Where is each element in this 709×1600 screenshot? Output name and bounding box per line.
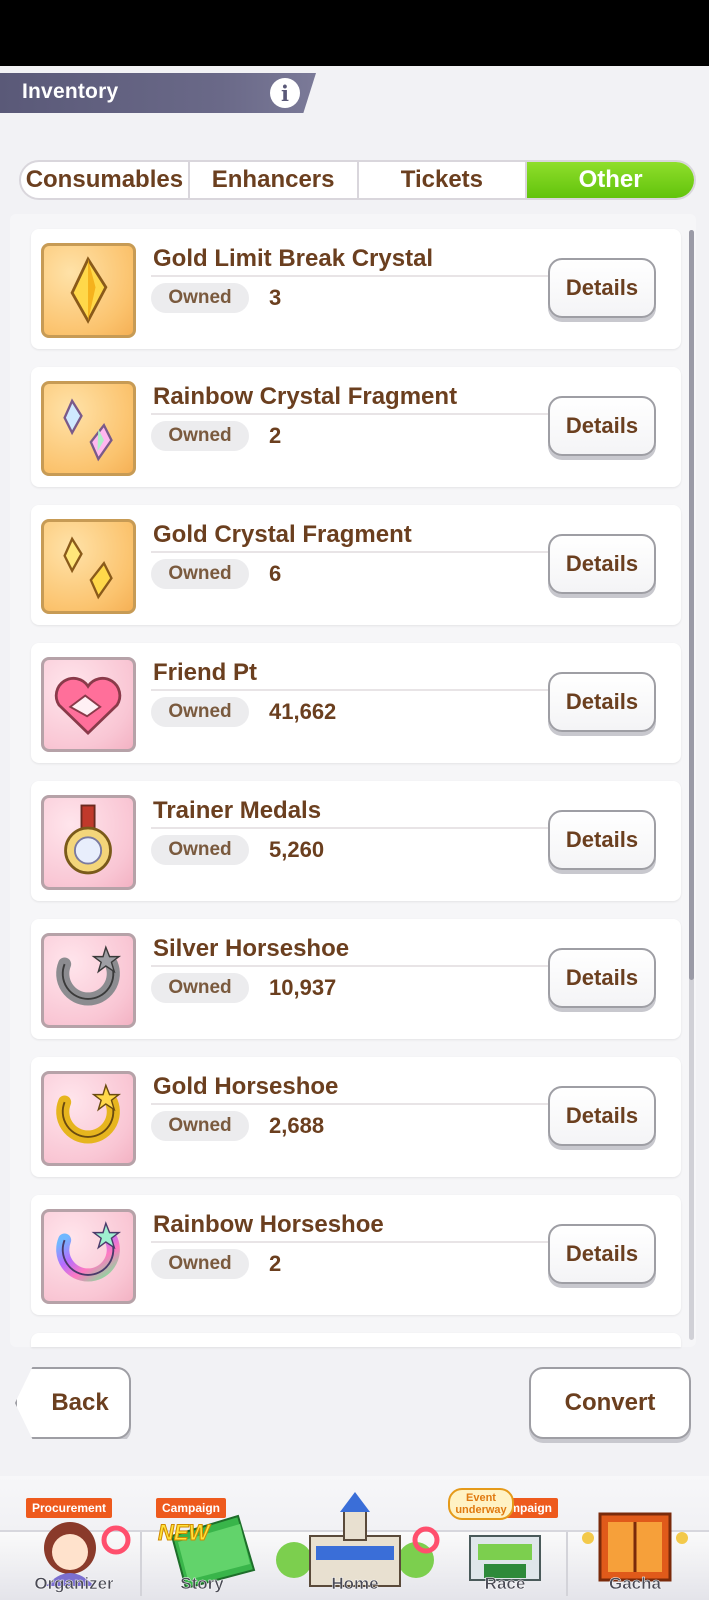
list-item: Gold Limit Break Crystal Owned 3 Details bbox=[31, 229, 681, 349]
divider bbox=[151, 275, 567, 277]
details-button[interactable]: Details bbox=[548, 810, 656, 870]
owned-label: Owned bbox=[151, 973, 249, 1003]
divider bbox=[151, 1241, 567, 1243]
nav-label: Organizer bbox=[34, 1574, 114, 1594]
owned-count: 5,260 bbox=[269, 837, 325, 862]
owned-label: Owned bbox=[151, 421, 249, 451]
scrollbar-thumb[interactable] bbox=[689, 230, 694, 980]
bottom-nav: Procurement Organizer Campaign NEW Story… bbox=[0, 1476, 709, 1600]
owned-count: 41,662 bbox=[269, 699, 337, 724]
nav-divider bbox=[140, 1532, 142, 1596]
divider bbox=[151, 551, 567, 553]
item-name: Gold Crystal Fragment bbox=[153, 521, 412, 548]
back-button[interactable]: Back bbox=[15, 1367, 131, 1439]
handshake-icon bbox=[41, 657, 136, 752]
details-button[interactable]: Details bbox=[548, 672, 656, 732]
list-item: Rainbow Crystal Fragment Owned 2 Details bbox=[31, 367, 681, 487]
details-button[interactable]: Details bbox=[548, 396, 656, 456]
owned-count: 2 bbox=[269, 1251, 282, 1276]
item-name: Silver Horseshoe bbox=[153, 935, 350, 962]
details-button[interactable]: Details bbox=[548, 534, 656, 594]
gold-fragment-icon bbox=[41, 519, 136, 614]
event-underway-bubble: Event underway bbox=[448, 1488, 514, 1520]
item-name: Gold Horseshoe bbox=[153, 1073, 339, 1100]
silver-horseshoe-icon bbox=[41, 933, 136, 1028]
nav-item-gacha[interactable]: Gacha bbox=[572, 1486, 698, 1600]
owned-label: Owned bbox=[151, 283, 249, 313]
item-name: Gold Limit Break Crystal bbox=[153, 245, 434, 272]
gold-horseshoe-icon bbox=[41, 1071, 136, 1166]
details-button[interactable]: Details bbox=[548, 258, 656, 318]
tab-enhancers[interactable]: Enhancers bbox=[190, 162, 359, 198]
owned-label: Owned bbox=[151, 1249, 249, 1279]
divider bbox=[151, 413, 567, 415]
tab-tickets[interactable]: Tickets bbox=[359, 162, 528, 198]
owned-label: Owned bbox=[151, 559, 249, 589]
page-title: Inventory bbox=[22, 80, 119, 103]
campaign-badge: Campaign bbox=[156, 1498, 227, 1518]
nav-item-home[interactable]: Home bbox=[264, 1486, 446, 1600]
list-item bbox=[31, 1333, 681, 1347]
list-item: Trainer Medals Owned 5,260 Details bbox=[31, 781, 681, 901]
rainbow-fragment-icon bbox=[41, 381, 136, 476]
list-item: Rainbow Horseshoe Owned 2 Details bbox=[31, 1195, 681, 1315]
owned-count: 3 bbox=[269, 285, 282, 310]
owned-label: Owned bbox=[151, 835, 249, 865]
nav-item-race[interactable]: Campaign Event underway Race bbox=[448, 1486, 562, 1600]
info-button[interactable]: i bbox=[270, 78, 300, 108]
convert-button[interactable]: Convert bbox=[529, 1367, 691, 1439]
list-item: Friend Pt Owned 41,662 Details bbox=[31, 643, 681, 763]
divider bbox=[151, 965, 567, 967]
nav-divider bbox=[566, 1532, 568, 1596]
list-item: Gold Horseshoe Owned 2,688 Details bbox=[31, 1057, 681, 1177]
item-name: Friend Pt bbox=[153, 659, 258, 686]
details-button[interactable]: Details bbox=[548, 948, 656, 1008]
details-button[interactable]: Details bbox=[548, 1224, 656, 1284]
status-bar bbox=[0, 0, 709, 66]
rainbow-horseshoe-icon bbox=[41, 1209, 136, 1304]
list-item: Silver Horseshoe Owned 10,937 Details bbox=[31, 919, 681, 1039]
nav-label: Gacha bbox=[609, 1574, 661, 1594]
divider bbox=[151, 1103, 567, 1105]
nav-item-organizer[interactable]: Procurement Organizer bbox=[8, 1486, 140, 1600]
medal-icon bbox=[41, 795, 136, 890]
info-icon: i bbox=[281, 80, 289, 106]
nav-label: Story bbox=[180, 1574, 224, 1594]
nav-label: Race bbox=[484, 1574, 526, 1594]
divider bbox=[151, 827, 567, 829]
owned-count: 10,937 bbox=[269, 975, 337, 1000]
owned-count: 6 bbox=[269, 561, 282, 586]
list-item: Gold Crystal Fragment Owned 6 Details bbox=[31, 505, 681, 625]
procurement-badge: Procurement bbox=[26, 1498, 113, 1518]
owned-label: Owned bbox=[151, 1111, 249, 1141]
title-bar: Inventory i bbox=[0, 73, 316, 113]
item-name: Rainbow Horseshoe bbox=[153, 1211, 384, 1238]
item-name: Rainbow Crystal Fragment bbox=[153, 383, 458, 410]
owned-count: 2,688 bbox=[269, 1113, 325, 1138]
gold-crystal-icon bbox=[41, 243, 136, 338]
divider bbox=[151, 689, 567, 691]
item-name: Trainer Medals bbox=[153, 797, 322, 824]
nav-label: Home bbox=[331, 1574, 379, 1594]
tab-consumables[interactable]: Consumables bbox=[21, 162, 190, 198]
new-label: NEW bbox=[157, 1520, 210, 1546]
owned-label: Owned bbox=[151, 697, 249, 727]
nav-item-story[interactable]: Campaign NEW Story bbox=[142, 1486, 262, 1600]
details-button[interactable]: Details bbox=[548, 1086, 656, 1146]
category-tabs: Consumables Enhancers Tickets Other bbox=[19, 160, 696, 200]
owned-count: 2 bbox=[269, 423, 282, 448]
tab-other[interactable]: Other bbox=[527, 162, 694, 198]
